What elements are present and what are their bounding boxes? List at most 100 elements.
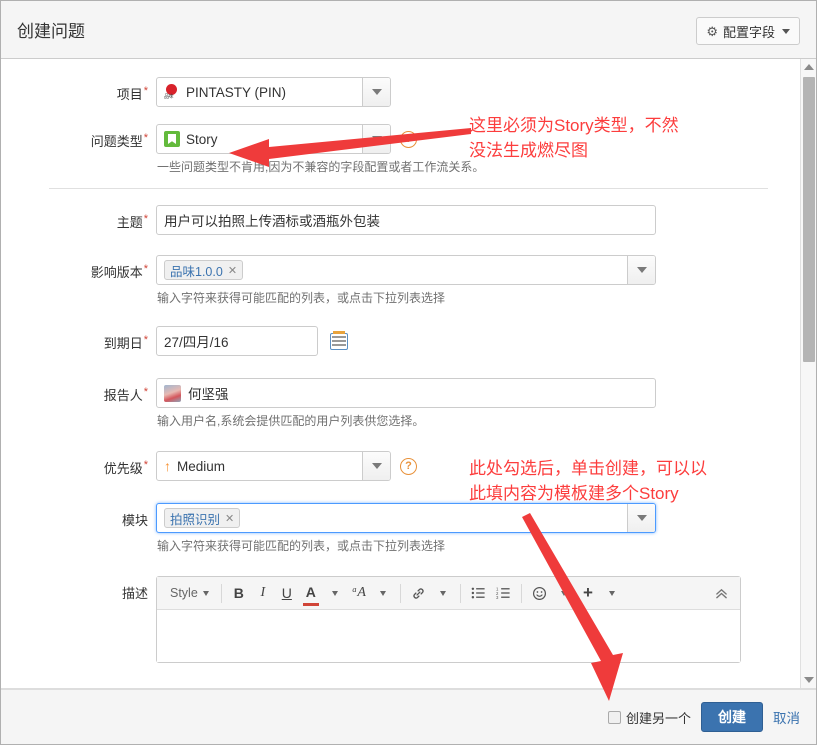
link-button[interactable] — [406, 580, 431, 606]
field-priority: 优先级* ↑ Medium ? — [1, 451, 816, 481]
emoji-icon — [532, 586, 546, 600]
text-effects-label: ᵃA — [351, 585, 366, 600]
vertical-scrollbar[interactable] — [800, 59, 816, 688]
numbered-list-button[interactable]: 123 — [491, 580, 516, 606]
affects-version-select[interactable]: 品味1.0.0 ✕ — [156, 255, 656, 285]
create-another-label: 创建另一个 — [625, 710, 691, 726]
project-select[interactable]: 品味 PINTASTY (PIN) — [156, 77, 391, 107]
insert-more-button[interactable]: + — [576, 580, 600, 606]
emoji-dropdown-button[interactable] — [552, 580, 576, 606]
issue-type-control: Story ? 一些问题类型不肯用,因为不兼容的字段配置或者工作流关系。 — [156, 124, 484, 175]
component-control: 拍照识别 ✕ 输入字符来获得可能匹配的列表，或点击下拉列表选择 — [156, 503, 656, 554]
affects-version-label: 影响版本* — [90, 262, 148, 280]
required-marker: * — [143, 262, 148, 275]
issue-type-select-value: Story — [157, 125, 362, 153]
bullet-list-button[interactable] — [466, 580, 491, 606]
close-icon[interactable]: ✕ — [228, 264, 237, 277]
component-tag[interactable]: 拍照识别 ✕ — [164, 508, 241, 528]
underline-label: U — [281, 585, 292, 601]
project-label: 项目* — [116, 84, 148, 102]
scroll-up-icon[interactable] — [801, 59, 816, 75]
dialog-body: 项目* 品味 PINTASTY (PIN) 问题类型* Story ? 一些问题… — [1, 59, 816, 689]
link-icon — [413, 587, 424, 599]
summary-input[interactable]: 用户可以拍照上传酒标或酒瓶外包装 — [156, 205, 656, 235]
component-label: 模块 — [121, 513, 148, 528]
underline-button[interactable]: U — [275, 580, 299, 606]
emoji-button[interactable] — [527, 580, 552, 606]
chevron-down-icon — [608, 590, 615, 596]
create-issue-dialog: 创建问题 ⚙ 配置字段 项目* 品味 PINTASTY (PIN) 问题类型* … — [0, 0, 817, 745]
chevron-down-icon — [379, 590, 386, 596]
insert-more-dropdown-button[interactable] — [600, 580, 624, 606]
chevron-down-icon — [371, 89, 382, 95]
chevron-down-icon — [560, 590, 567, 596]
priority-dropdown-button[interactable] — [362, 452, 390, 480]
project-dropdown-button[interactable] — [362, 78, 390, 106]
due-date-value-text: 27/四月/16 — [164, 335, 229, 350]
user-avatar — [164, 384, 181, 402]
field-due-date: 到期日* 27/四月/16 — [1, 326, 816, 356]
dialog-footer: 创建另一个 创建 取消 — [1, 689, 816, 744]
project-value-text: PINTASTY (PIN) — [186, 84, 287, 100]
create-another-checkbox[interactable] — [607, 710, 621, 724]
cancel-link[interactable]: 取消 — [773, 707, 800, 727]
affects-version-dropdown-button[interactable] — [627, 256, 655, 284]
required-marker: * — [143, 84, 148, 97]
configure-fields-button[interactable]: ⚙ 配置字段 — [696, 17, 800, 45]
component-help-text: 输入字符来获得可能匹配的列表，或点击下拉列表选择 — [157, 539, 446, 553]
text-effects-button[interactable]: ᵃA — [347, 580, 371, 606]
text-color-label: A — [305, 583, 316, 600]
project-select-value: 品味 PINTASTY (PIN) — [157, 78, 362, 106]
required-marker: * — [143, 385, 148, 398]
issue-type-dropdown-button[interactable] — [362, 125, 390, 153]
text-color-dropdown-button[interactable] — [323, 580, 347, 606]
version-tag[interactable]: 品味1.0.0 ✕ — [164, 260, 244, 280]
create-another-checkbox-wrap[interactable]: 创建另一个 — [607, 708, 691, 727]
close-icon[interactable]: ✕ — [225, 512, 234, 525]
issue-type-help-text: 一些问题类型不肯用,因为不兼容的字段配置或者工作流关系。 — [157, 160, 485, 174]
chevron-down-icon — [636, 267, 647, 273]
link-dropdown-button[interactable] — [431, 580, 455, 606]
create-button[interactable]: 创建 — [701, 702, 763, 732]
italic-label: I — [260, 585, 266, 600]
section-divider — [49, 188, 768, 189]
toolbar-separator — [459, 583, 461, 603]
description-textarea[interactable] — [157, 610, 740, 662]
reporter-value-text: 何坚强 — [188, 387, 229, 402]
gear-icon: ⚙ — [706, 23, 718, 39]
component-tag-label: 拍照识别 — [170, 512, 221, 527]
text-color-button[interactable]: A — [299, 580, 323, 606]
chevron-down-icon — [371, 463, 382, 469]
style-dropdown-button[interactable]: Style — [163, 580, 216, 606]
component-select[interactable]: 拍照识别 ✕ — [156, 503, 656, 533]
due-date-control: 27/四月/16 — [156, 326, 348, 356]
chevron-down-icon — [782, 28, 790, 34]
issue-type-select[interactable]: Story — [156, 124, 391, 154]
issue-type-label: 问题类型* — [90, 131, 148, 149]
numbered-list-icon: 123 — [496, 587, 510, 600]
text-effects-dropdown-button[interactable] — [371, 580, 395, 606]
page-title: 创建问题 — [17, 22, 85, 41]
italic-button[interactable]: I — [251, 580, 275, 606]
reporter-input[interactable]: 何坚强 — [156, 378, 656, 408]
priority-label: 优先级* — [103, 458, 148, 476]
due-date-input[interactable]: 27/四月/16 — [156, 326, 318, 356]
required-marker: * — [143, 212, 148, 225]
description-editor: Style B I U A ᵃA 1 2 3 + — [156, 576, 741, 663]
priority-select[interactable]: ↑ Medium — [156, 451, 391, 481]
component-dropdown-button[interactable] — [627, 504, 655, 532]
scrollbar-thumb[interactable] — [803, 77, 815, 362]
issue-type-value-text: Story — [186, 131, 218, 147]
summary-control: 用户可以拍照上传酒标或酒瓶外包装 — [156, 205, 656, 235]
reporter-help-text: 输入用户名,系统会提供匹配的用户列表供您选择。 — [157, 414, 425, 428]
reporter-control: 何坚强 输入用户名,系统会提供匹配的用户列表供您选择。 — [156, 378, 656, 429]
required-marker: * — [143, 333, 148, 346]
calendar-icon[interactable] — [330, 330, 348, 350]
collapse-toolbar-button[interactable] — [709, 580, 734, 606]
chevron-down-icon — [636, 515, 647, 521]
summary-label: 主题* — [116, 212, 148, 230]
bold-button[interactable]: B — [227, 580, 251, 606]
question-mark-icon[interactable]: ? — [400, 457, 417, 475]
question-mark-icon[interactable]: ? — [400, 130, 417, 148]
scroll-down-icon[interactable] — [801, 672, 816, 688]
